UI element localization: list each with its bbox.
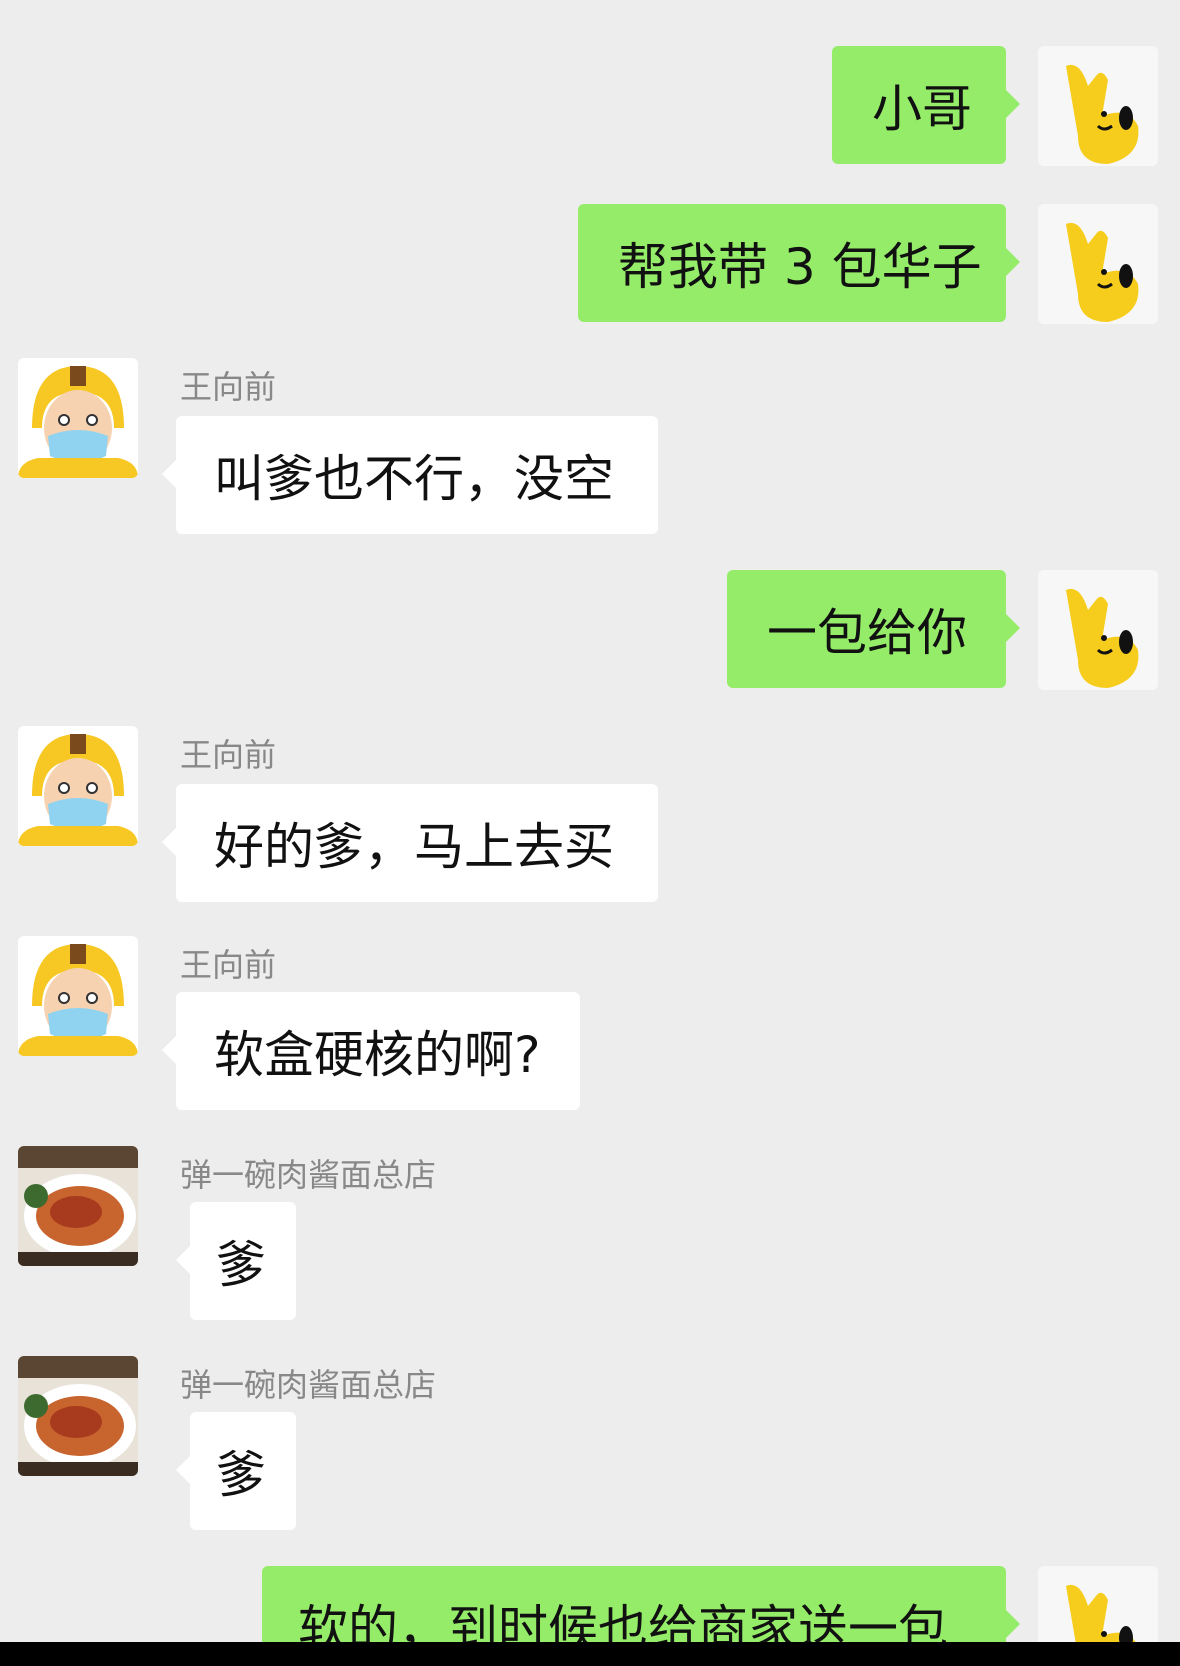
shop-avatar-noodle-icon[interactable]: [18, 1356, 138, 1476]
message-text: 好的爹，马上去买: [214, 818, 614, 876]
message-text: 一包给你: [767, 604, 967, 662]
my-avatar-mascot-icon[interactable]: [1038, 570, 1158, 690]
my-avatar-mascot-icon[interactable]: [1038, 204, 1158, 324]
sender-name: 王向前: [180, 368, 277, 406]
message-bubble-incoming[interactable]: 叫爹也不行，没空: [162, 416, 658, 534]
sender-name: 弹一碗肉酱面总店: [180, 1156, 437, 1194]
my-avatar-mascot-icon[interactable]: [1038, 46, 1158, 166]
message-text: 软的，到时候也给商家送一包: [298, 1600, 948, 1642]
message-text: 爹: [216, 1446, 266, 1504]
message-bubble-outgoing[interactable]: 小哥: [832, 46, 1020, 164]
message-text: 帮我带 3 包华子: [618, 238, 982, 296]
bottom-edge-bar: [0, 1642, 1180, 1666]
chat-messages: 小哥 帮我带 3 包华子 王向前 叫爹也不行，没空 一包给你 王向前 好的爹，马…: [0, 0, 1180, 1642]
message-text: 小哥: [872, 80, 972, 138]
message-bubble-incoming[interactable]: 好的爹，马上去买: [162, 784, 658, 902]
message-text: 软盒硬核的啊?: [214, 1026, 541, 1084]
message-bubble-outgoing[interactable]: 帮我带 3 包华子: [578, 204, 1020, 322]
sender-name: 王向前: [180, 946, 277, 984]
message-bubble-incoming[interactable]: 爹: [176, 1412, 296, 1530]
message-bubble-outgoing[interactable]: 一包给你: [727, 570, 1020, 688]
shop-avatar-noodle-icon[interactable]: [18, 1146, 138, 1266]
my-avatar-mascot-icon[interactable]: [1038, 1566, 1158, 1642]
message-bubble-incoming[interactable]: 软盒硬核的啊?: [162, 992, 580, 1110]
message-text: 叫爹也不行，没空: [214, 450, 614, 508]
message-bubble-incoming[interactable]: 爹: [176, 1202, 296, 1320]
courier-avatar-icon[interactable]: [18, 358, 138, 478]
courier-avatar-icon[interactable]: [18, 726, 138, 846]
message-bubble-outgoing[interactable]: 软的，到时候也给商家送一包: [262, 1566, 1020, 1642]
courier-avatar-icon[interactable]: [18, 936, 138, 1056]
sender-name: 王向前: [180, 736, 277, 774]
sender-name: 弹一碗肉酱面总店: [180, 1366, 437, 1404]
message-text: 爹: [216, 1236, 266, 1294]
